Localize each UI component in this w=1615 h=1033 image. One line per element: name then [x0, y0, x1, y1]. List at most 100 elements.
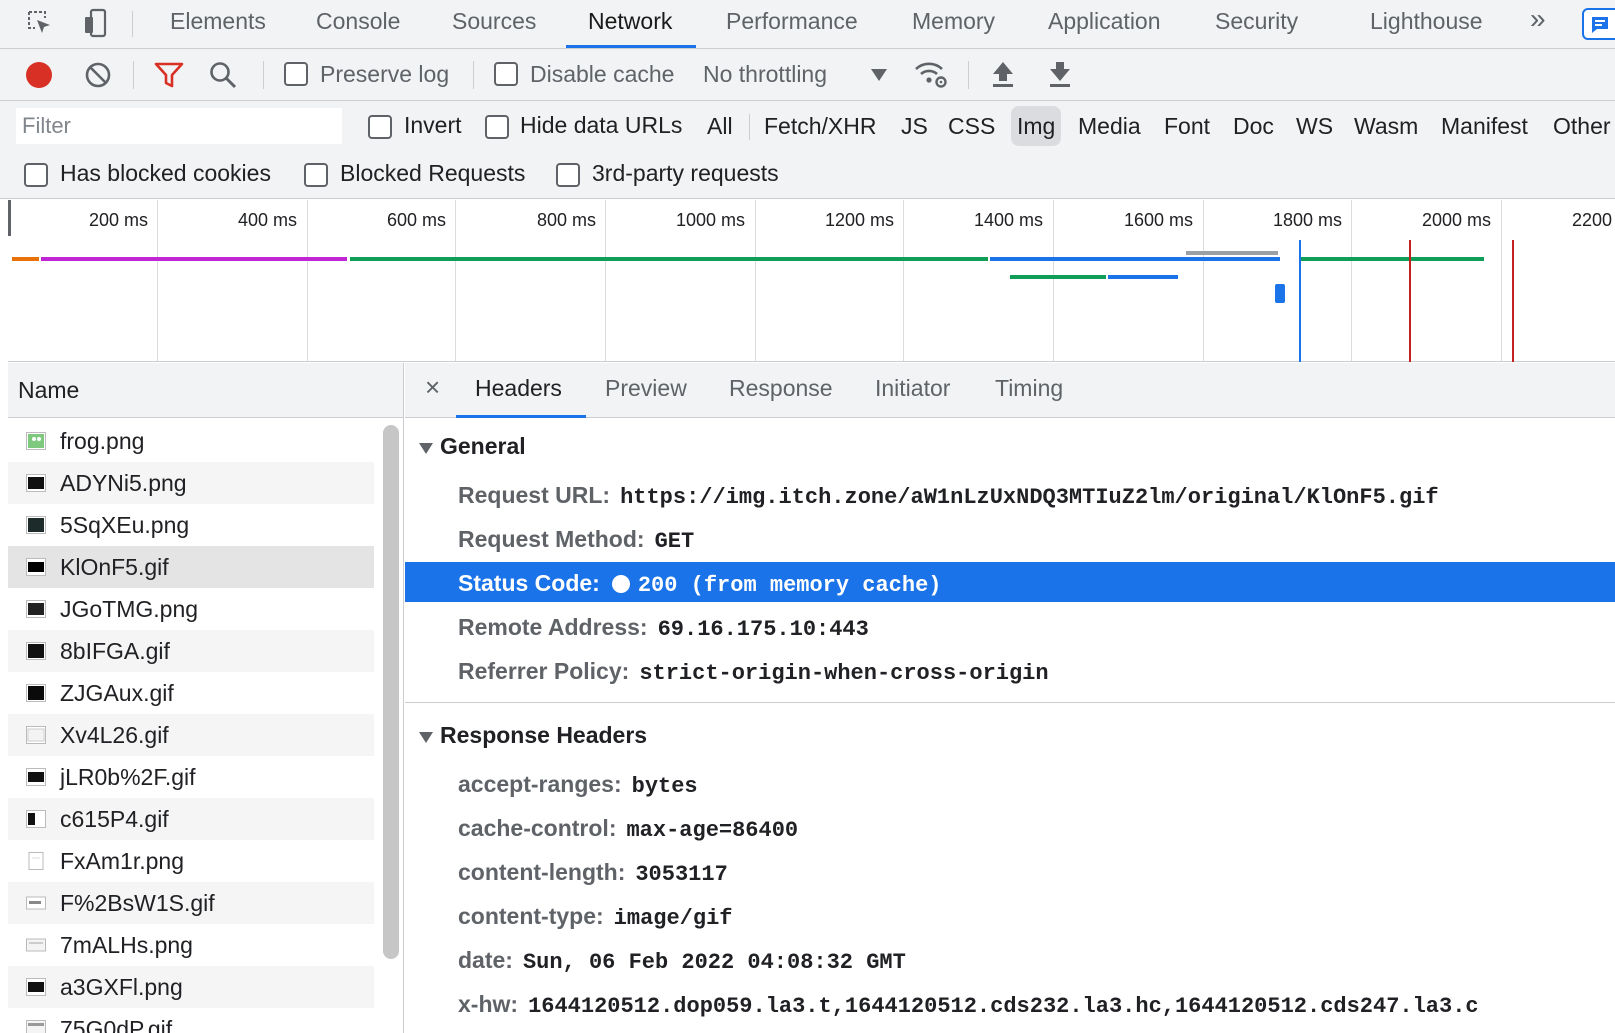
- type-filter-other[interactable]: Other: [1547, 106, 1615, 146]
- request-row[interactable]: a3GXFl.png: [8, 966, 374, 1008]
- request-row[interactable]: ADYNi5.png: [8, 462, 374, 504]
- hide-data-urls-checkbox[interactable]: [485, 115, 509, 139]
- grid-line: [1351, 200, 1352, 361]
- request-row[interactable]: F%2BsW1S.gif: [8, 882, 374, 924]
- header-row-x-hw[interactable]: x-hw: 1644120512.dop059.la3.t,1644120512.…: [405, 983, 1615, 1023]
- header-row-referrer-policy[interactable]: Referrer Policy: strict-origin-when-cross…: [405, 650, 1615, 690]
- type-filter-css[interactable]: CSS: [942, 106, 1001, 146]
- preserve-log-checkbox[interactable]: [284, 62, 308, 86]
- header-row-remote-address[interactable]: Remote Address: 69.16.175.10:443: [405, 606, 1615, 646]
- type-filter-img[interactable]: Img: [1011, 106, 1062, 146]
- request-name: ZJGAux.gif: [60, 680, 174, 706]
- header-row-request-method[interactable]: Request Method: GET: [405, 518, 1615, 558]
- import-har-icon[interactable]: [990, 59, 1016, 89]
- tab-network[interactable]: Network: [565, 0, 697, 48]
- request-row[interactable]: 75G0dP.gif: [8, 1008, 374, 1033]
- throttling-select[interactable]: No throttling: [703, 61, 827, 88]
- request-row[interactable]: 7mALHs.png: [8, 924, 374, 966]
- request-row[interactable]: ZJGAux.gif: [8, 672, 374, 714]
- network-overview[interactable]: 200 ms 400 ms 600 ms 800 ms 1000 ms 1200…: [8, 200, 1615, 362]
- header-key: Status Code:: [458, 570, 600, 596]
- header-value: 1644120512.dop059.la3.t,1644120512.cds23…: [528, 994, 1479, 1019]
- tab-application[interactable]: Application: [1048, 0, 1161, 48]
- triangle-down-icon[interactable]: [419, 732, 433, 743]
- request-row[interactable]: c615P4.gif: [8, 798, 374, 840]
- type-filter-ws[interactable]: WS: [1290, 106, 1339, 146]
- header-row-cache-control[interactable]: cache-control: max-age=86400: [405, 807, 1615, 847]
- tab-headers[interactable]: Headers: [475, 375, 562, 402]
- waterfall-bar: [1275, 284, 1285, 303]
- tab-console[interactable]: Console: [316, 0, 400, 48]
- header-row-content-length[interactable]: content-length: 3053117: [405, 851, 1615, 891]
- overview-handle[interactable]: [8, 200, 11, 236]
- load-event-line: [1512, 240, 1514, 362]
- tab-security[interactable]: Security: [1215, 0, 1298, 48]
- header-key: cache-control:: [458, 815, 617, 841]
- invert-checkbox[interactable]: [368, 115, 392, 139]
- has-blocked-cookies-checkbox[interactable]: [24, 163, 48, 187]
- third-party-requests-checkbox[interactable]: [556, 163, 580, 187]
- tab-memory[interactable]: Memory: [912, 0, 995, 48]
- waterfall-bar: [12, 257, 39, 261]
- request-row[interactable]: frog.png: [8, 420, 374, 462]
- type-filter-font[interactable]: Font: [1158, 106, 1216, 146]
- tab-preview[interactable]: Preview: [605, 375, 687, 402]
- blocked-requests-checkbox[interactable]: [304, 163, 328, 187]
- request-row[interactable]: 8bIFGA.gif: [8, 630, 374, 672]
- issues-badge[interactable]: [1582, 8, 1615, 40]
- request-row[interactable]: FxAm1r.png: [8, 840, 374, 882]
- header-row-accept-ranges[interactable]: accept-ranges: bytes: [405, 763, 1615, 803]
- type-filter-fetch-xhr[interactable]: Fetch/XHR: [758, 106, 882, 146]
- request-row[interactable]: JGoTMG.png: [8, 588, 374, 630]
- request-name: a3GXFl.png: [60, 974, 183, 1000]
- chevron-down-icon[interactable]: [871, 69, 887, 81]
- response-headers-section-title[interactable]: Response Headers: [440, 722, 647, 749]
- search-icon[interactable]: [208, 60, 238, 90]
- tab-lighthouse[interactable]: Lighthouse: [1370, 0, 1483, 48]
- request-row[interactable]: 5SqXEu.png: [8, 504, 374, 546]
- scrollbar-thumb[interactable]: [383, 425, 399, 959]
- tab-sources[interactable]: Sources: [452, 0, 536, 48]
- type-filter-doc[interactable]: Doc: [1227, 106, 1280, 146]
- clear-icon[interactable]: [84, 61, 112, 89]
- dark-thumbnail-icon: [26, 978, 46, 996]
- tab-response[interactable]: Response: [729, 375, 833, 402]
- type-filter-media[interactable]: Media: [1072, 106, 1147, 146]
- device-toolbar-icon[interactable]: [78, 5, 114, 41]
- grid-line: [1203, 200, 1204, 361]
- waterfall-bar: [41, 257, 347, 261]
- type-filter-wasm[interactable]: Wasm: [1348, 106, 1424, 146]
- timeline-tick: 1400 ms: [974, 210, 1044, 230]
- tab-timing[interactable]: Timing: [995, 375, 1063, 402]
- more-tabs-chevron-icon[interactable]: »: [1530, 0, 1546, 48]
- waterfall-bar: [350, 257, 988, 261]
- network-conditions-icon[interactable]: [914, 59, 948, 89]
- tab-initiator[interactable]: Initiator: [875, 375, 950, 402]
- select-element-icon[interactable]: [22, 5, 58, 41]
- header-row-content-type[interactable]: content-type: image/gif: [405, 895, 1615, 935]
- type-filter-manifest[interactable]: Manifest: [1435, 106, 1534, 146]
- filter-input[interactable]: [16, 108, 342, 144]
- header-row-status-code[interactable]: Status Code: 200 (from memory cache): [405, 562, 1615, 602]
- header-row-request-url[interactable]: Request URL: https://img.itch.zone/aW1nLz…: [405, 474, 1615, 514]
- export-har-icon[interactable]: [1047, 59, 1073, 89]
- record-icon[interactable]: [26, 62, 52, 88]
- type-filter-all[interactable]: All: [701, 106, 739, 146]
- type-filter-js[interactable]: JS: [895, 106, 934, 146]
- request-row[interactable]: jLR0b%2F.gif: [8, 756, 374, 798]
- request-name: FxAm1r.png: [60, 848, 184, 874]
- request-row-selected[interactable]: KlOnF5.gif: [8, 546, 374, 588]
- name-column-header[interactable]: Name: [8, 363, 403, 418]
- tab-performance[interactable]: Performance: [726, 0, 858, 48]
- detail-tab-bar: × Headers Preview Response Initiator Tim…: [405, 363, 1615, 418]
- disable-cache-checkbox[interactable]: [494, 62, 518, 86]
- filter-funnel-icon[interactable]: [154, 61, 184, 89]
- header-value: 200 (from memory cache): [637, 573, 942, 598]
- tab-elements[interactable]: Elements: [170, 0, 266, 48]
- triangle-down-icon[interactable]: [419, 443, 433, 454]
- divider: [749, 114, 750, 140]
- header-row-date[interactable]: date: Sun, 06 Feb 2022 04:08:32 GMT: [405, 939, 1615, 979]
- request-row[interactable]: Xv4L26.gif: [8, 714, 374, 756]
- general-section-title[interactable]: General: [440, 433, 526, 460]
- close-icon[interactable]: ×: [425, 372, 440, 403]
